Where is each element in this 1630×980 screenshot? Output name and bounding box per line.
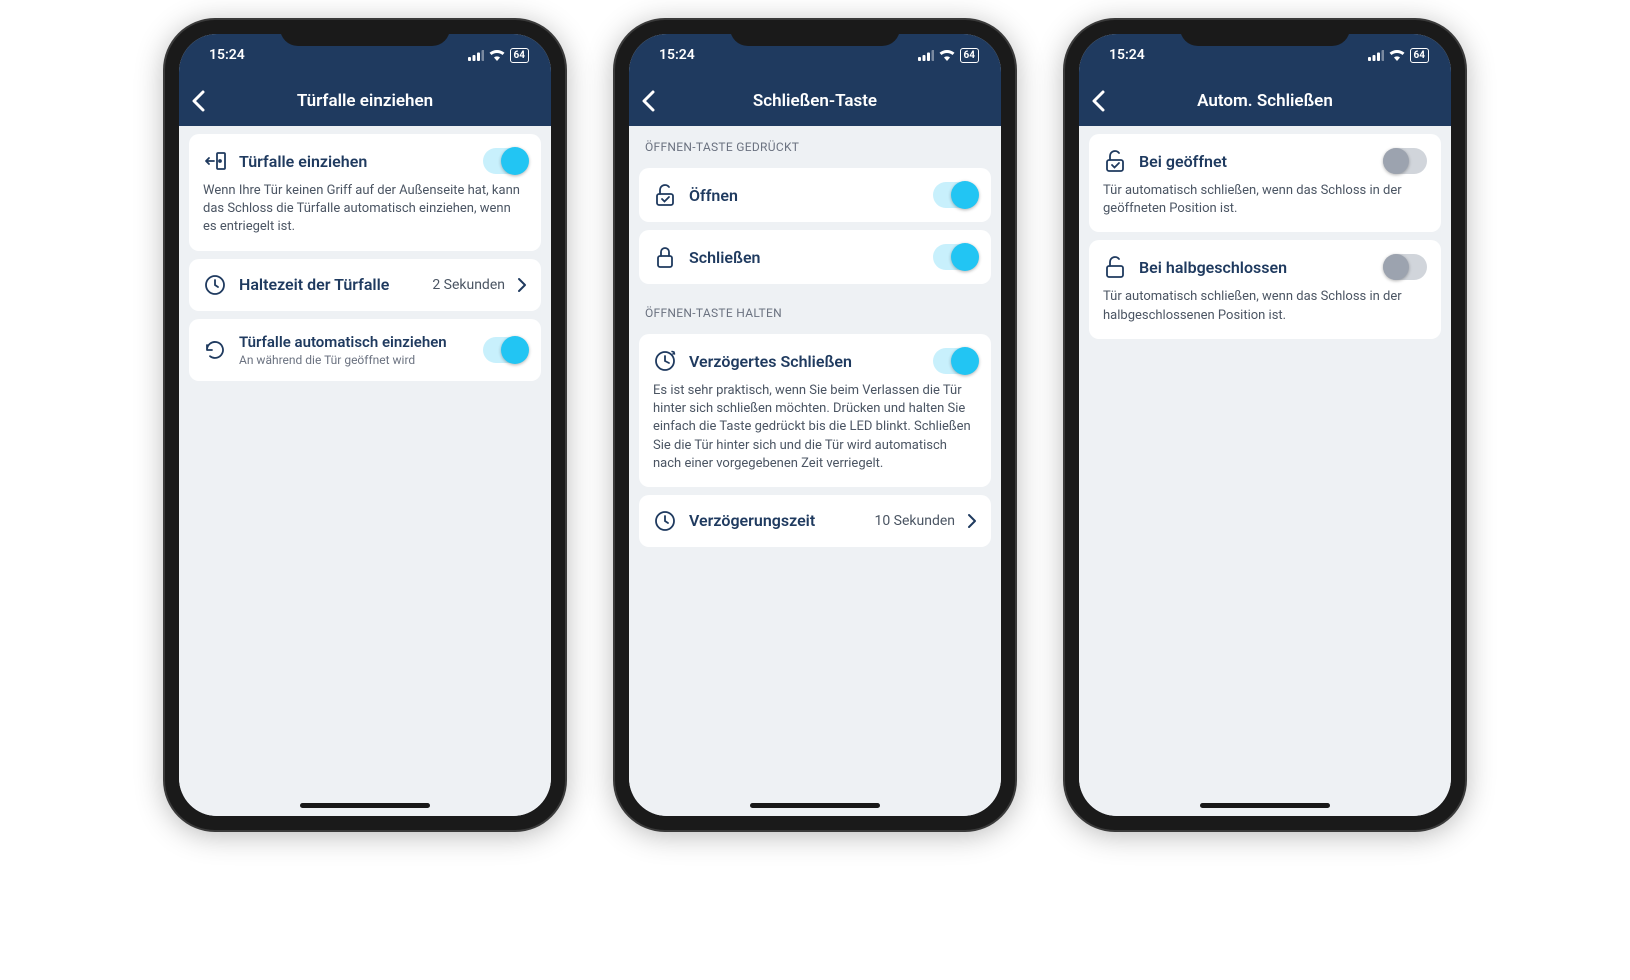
door-latch-icon xyxy=(203,149,227,173)
status-icons: 64 xyxy=(1368,48,1429,63)
phone-mockup-3: 15:24 64 Autom. Schließen Bei geöffnet xyxy=(1065,20,1465,830)
setting-card-pulllatch: Türfalle einziehen Wenn Ihre Tür keinen … xyxy=(189,134,541,251)
back-button[interactable] xyxy=(191,90,221,112)
signal-icon xyxy=(1368,50,1384,61)
chevron-left-icon xyxy=(191,90,205,112)
back-button[interactable] xyxy=(641,90,671,112)
nav-bar: Schließen-Taste xyxy=(629,76,1001,126)
content-area: Türfalle einziehen Wenn Ihre Tür keinen … xyxy=(179,126,551,816)
setting-card-delayed: Verzögertes Schließen Es ist sehr prakti… xyxy=(639,334,991,487)
signal-icon xyxy=(918,50,934,61)
setting-label: Verzögertes Schließen xyxy=(689,352,921,371)
setting-card-delaytime[interactable]: Verzögerungszeit 10 Sekunden xyxy=(639,495,991,547)
nav-bar: Autom. Schließen xyxy=(1079,76,1451,126)
setting-label: Öffnen xyxy=(689,186,921,205)
unlock-check-icon xyxy=(1103,149,1127,173)
setting-card-whenopen: Bei geöffnet Tür automatisch schließen, … xyxy=(1089,134,1441,232)
home-indicator[interactable] xyxy=(750,803,880,808)
setting-card-autolatch: Türfalle automatisch einziehen An währen… xyxy=(189,319,541,381)
setting-label: Schließen xyxy=(689,248,921,267)
setting-description: Wenn Ihre Tür keinen Griff auf der Außen… xyxy=(203,182,527,237)
status-time: 15:24 xyxy=(201,47,245,63)
unlock-icon xyxy=(1103,255,1127,279)
setting-description: Tür automatisch schließen, wenn das Schl… xyxy=(1103,182,1427,218)
home-indicator[interactable] xyxy=(1200,803,1330,808)
chevron-left-icon xyxy=(641,90,655,112)
clock-arrow-icon xyxy=(653,349,677,373)
chevron-right-icon xyxy=(517,277,527,293)
clock-icon xyxy=(203,273,227,297)
setting-description: Tür automatisch schließen, wenn das Schl… xyxy=(1103,288,1427,324)
content-area: Bei geöffnet Tür automatisch schließen, … xyxy=(1079,126,1451,816)
wifi-icon xyxy=(1389,49,1405,61)
section-header: ÖFFNEN-TASTE GEDRÜCKT xyxy=(629,126,1001,160)
setting-subtitle: An während die Tür geöffnet wird xyxy=(239,353,471,367)
status-time: 15:24 xyxy=(651,47,695,63)
setting-card-close: Schließen xyxy=(639,230,991,284)
setting-label: Verzögerungszeit xyxy=(689,511,862,530)
toggle-whenopen[interactable] xyxy=(1383,148,1427,174)
setting-value: 10 Sekunden xyxy=(874,513,955,529)
phone-mockup-1: 15:24 64 Türfalle einziehen Türfalle ein… xyxy=(165,20,565,830)
toggle-halfclosed[interactable] xyxy=(1383,254,1427,280)
battery-icon: 64 xyxy=(960,48,979,63)
setting-card-halfclosed: Bei halbgeschlossen Tür automatisch schl… xyxy=(1089,240,1441,338)
setting-card-open: Öffnen xyxy=(639,168,991,222)
section-header: ÖFFNEN-TASTE HALTEN xyxy=(629,292,1001,326)
page-title: Autom. Schließen xyxy=(1079,91,1451,111)
toggle-open[interactable] xyxy=(933,182,977,208)
wifi-icon xyxy=(489,49,505,61)
phone-mockup-2: 15:24 64 Schließen-Taste ÖFFNEN-TASTE GE… xyxy=(615,20,1015,830)
wifi-icon xyxy=(939,49,955,61)
setting-card-holdtime[interactable]: Haltezeit der Türfalle 2 Sekunden xyxy=(189,259,541,311)
battery-icon: 64 xyxy=(510,48,529,63)
notch xyxy=(1180,20,1350,46)
setting-label: Haltezeit der Türfalle xyxy=(239,275,420,294)
page-title: Türfalle einziehen xyxy=(179,91,551,111)
content-area: ÖFFNEN-TASTE GEDRÜCKT Öffnen Schließen xyxy=(629,126,1001,816)
status-icons: 64 xyxy=(918,48,979,63)
lock-icon xyxy=(653,245,677,269)
setting-label: Bei geöffnet xyxy=(1139,152,1371,171)
nav-bar: Türfalle einziehen xyxy=(179,76,551,126)
chevron-left-icon xyxy=(1091,90,1105,112)
setting-label: Türfalle einziehen xyxy=(239,152,471,171)
chevron-right-icon xyxy=(967,513,977,529)
back-button[interactable] xyxy=(1091,90,1121,112)
clock-icon xyxy=(653,509,677,533)
setting-description: Es ist sehr praktisch, wenn Sie beim Ver… xyxy=(653,382,977,473)
status-time: 15:24 xyxy=(1101,47,1145,63)
refresh-icon xyxy=(203,338,227,362)
status-icons: 64 xyxy=(468,48,529,63)
toggle-pulllatch[interactable] xyxy=(483,148,527,174)
notch xyxy=(280,20,450,46)
setting-value: 2 Sekunden xyxy=(432,277,505,293)
unlock-icon xyxy=(653,183,677,207)
battery-icon: 64 xyxy=(1410,48,1429,63)
home-indicator[interactable] xyxy=(300,803,430,808)
notch xyxy=(730,20,900,46)
page-title: Schließen-Taste xyxy=(629,91,1001,111)
signal-icon xyxy=(468,50,484,61)
toggle-close[interactable] xyxy=(933,244,977,270)
toggle-delayed[interactable] xyxy=(933,348,977,374)
setting-label: Bei halbgeschlossen xyxy=(1139,258,1371,277)
setting-label: Türfalle automatisch einziehen xyxy=(239,333,471,351)
toggle-autolatch[interactable] xyxy=(483,337,527,363)
